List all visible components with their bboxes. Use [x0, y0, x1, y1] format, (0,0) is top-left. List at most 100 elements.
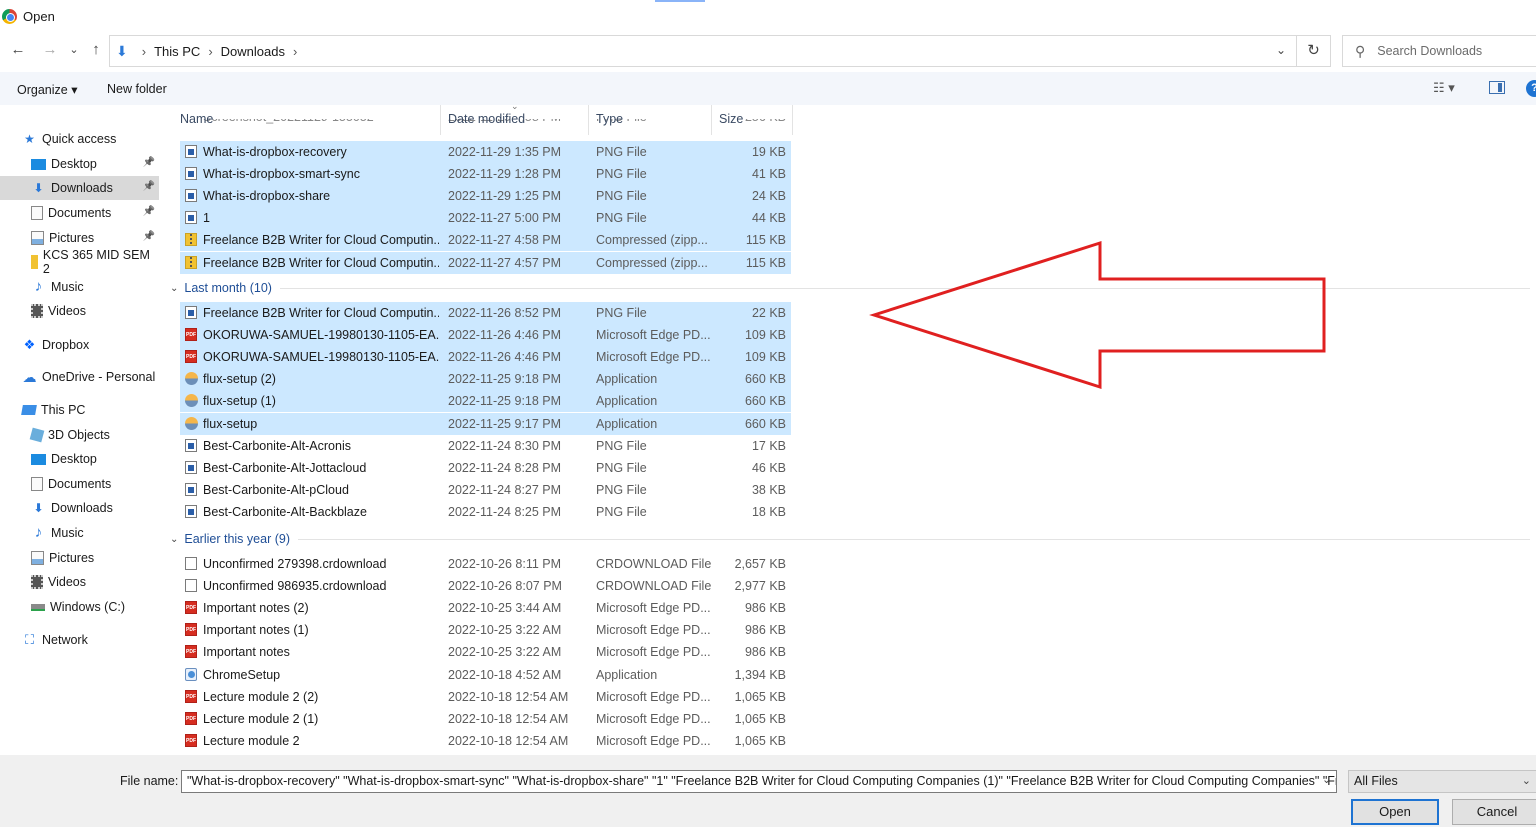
chevron-right-icon[interactable]: › — [293, 44, 297, 59]
sidebar-item-this-pc[interactable]: This PC — [0, 398, 159, 422]
preview-pane-button[interactable] — [1489, 81, 1505, 94]
sidebar-item-label: Videos — [48, 575, 86, 589]
sidebar-item-network[interactable]: ⛶ Network — [0, 628, 159, 652]
table-row[interactable]: Best-Carbonite-Alt-Jottacloud 2022-11-24 … — [180, 457, 791, 479]
chevron-right-icon[interactable]: › — [142, 44, 146, 59]
sidebar-item-music[interactable]: ♪ Music — [0, 275, 159, 299]
sidebar-item-quick-access[interactable]: ★ Quick access — [0, 127, 159, 151]
table-row[interactable]: What-is-dropbox-recovery 2022-11-29 1:35 … — [180, 141, 791, 163]
cell-date: 2022-11-27 5:00 PM — [448, 211, 562, 226]
table-row[interactable]: flux-setup (2) 2022-11-25 9:18 PM Applicat… — [180, 368, 791, 391]
breadcrumb-downloads[interactable]: Downloads — [221, 44, 285, 59]
sidebar-item-pictures[interactable]: Pictures 📌 — [0, 226, 159, 250]
table-row[interactable]: Important notes 2022-10-25 3:22 AM Microso… — [180, 641, 791, 663]
column-header-size[interactable]: Size — [713, 105, 793, 135]
cell-size: 109 KB — [744, 350, 786, 365]
table-row[interactable]: What-is-dropbox-smart-sync 2022-11-29 1:2… — [180, 163, 791, 186]
sidebar-item-onedrive-personal[interactable]: ☁ OneDrive - Personal — [0, 365, 159, 389]
table-row[interactable]: Important notes (2) 2022-10-25 3:44 AM Mic… — [180, 597, 791, 619]
sidebar-item-downloads[interactable]: ⬇ Downloads 📌 — [0, 176, 159, 200]
chevron-down-icon[interactable]: ⌄ — [170, 534, 178, 545]
cell-type: CRDOWNLOAD File — [596, 557, 712, 571]
address-bar[interactable]: ⬇ › This PC › Downloads › ⌄ — [109, 35, 1297, 67]
table-row[interactable]: OKORUWA-SAMUEL-19980130-1105-EA... 2022-1… — [180, 346, 791, 369]
cell-name: What-is-dropbox-share — [203, 189, 331, 204]
cell-size: 41 KB — [751, 167, 786, 182]
sidebar-item-videos[interactable]: Videos — [0, 299, 159, 323]
cell-size: 986 KB — [744, 645, 786, 660]
sidebar-item-documents[interactable]: Documents — [0, 472, 159, 496]
recent-locations-button[interactable]: ⌄ — [64, 43, 84, 56]
zip-folder-icon — [185, 233, 197, 247]
table-row[interactable]: Lecture module 2 (1) 2022-10-18 12:54 AM M… — [180, 708, 791, 730]
cell-size: 1,065 KB — [734, 689, 786, 704]
cell-type: PNG File — [596, 504, 647, 519]
chevron-down-icon[interactable]: ⌄ — [170, 283, 178, 294]
chevron-down-icon[interactable]: ⌄ — [1322, 773, 1331, 786]
blank-file-icon — [185, 579, 197, 593]
sidebar-item-kcs-365-mid-sem-2[interactable]: KCS 365 MID SEM 2 — [0, 248, 159, 276]
sidebar-item-label: Network — [42, 633, 88, 647]
table-row[interactable]: Unconfirmed 279398.crdownload 2022-10-26 … — [180, 553, 791, 575]
change-view-button[interactable]: ☷ ▾ — [1433, 80, 1455, 96]
search-input[interactable]: ⚲ Search Downloads — [1342, 35, 1536, 67]
file-name-input[interactable]: "What-is-dropbox-recovery" "What-is-drop… — [181, 770, 1337, 793]
cell-name: Unconfirmed 279398.crdownload — [203, 557, 387, 571]
cell-name: ChromeSetup — [203, 667, 281, 682]
table-row[interactable]: 1 2022-11-27 5:00 PM PNG File 44 KB — [180, 207, 791, 230]
help-button[interactable]: ? — [1526, 80, 1536, 97]
sidebar-item-documents[interactable]: Documents 📌 — [0, 201, 159, 225]
sidebar-item-pictures[interactable]: Pictures — [0, 546, 159, 570]
refresh-button[interactable]: ↻ — [1297, 35, 1331, 67]
sidebar-item-dropbox[interactable]: ❖ Dropbox — [0, 333, 159, 357]
sidebar-item-windows-c[interactable]: Windows (C:) — [0, 595, 159, 619]
table-row[interactable]: Lecture module 2 2022-10-18 12:54 AM Micro… — [180, 730, 791, 752]
sidebar-item-downloads[interactable]: ⬇ Downloads — [0, 496, 159, 520]
cell-type: PNG File — [596, 306, 647, 320]
table-row[interactable]: Freelance B2B Writer for Cloud Computin.… — [180, 229, 791, 252]
up-button[interactable]: ↑ — [86, 41, 106, 58]
column-header-date[interactable]: Date modified — [442, 105, 589, 135]
sidebar-item-desktop[interactable]: Desktop — [0, 447, 159, 471]
cell-date: 2022-10-25 3:44 AM — [448, 601, 562, 616]
column-size-label: Size — [719, 112, 744, 126]
sidebar-item-videos[interactable]: Videos — [0, 570, 159, 594]
table-row[interactable]: Important notes (1) 2022-10-25 3:22 AM Mic… — [180, 619, 791, 641]
table-row[interactable]: Best-Carbonite-Alt-Backblaze 2022-11-24 8… — [180, 501, 791, 523]
cancel-button[interactable]: Cancel — [1452, 799, 1536, 825]
cell-size: 115 KB — [745, 255, 786, 270]
cell-type: Compressed (zipp... — [596, 233, 708, 248]
column-header-type[interactable]: Type — [590, 105, 712, 135]
sidebar-item-desktop[interactable]: Desktop 📌 — [0, 152, 159, 176]
documents-icon — [31, 206, 43, 220]
sidebar-item-3d-objects[interactable]: 3D Objects — [0, 423, 159, 447]
breadcrumb-this-pc[interactable]: This PC — [154, 44, 200, 59]
sidebar-item-label: OneDrive - Personal — [42, 370, 156, 384]
chevron-down-icon[interactable]: ⌄ — [1276, 43, 1286, 57]
music-icon: ♪ — [34, 524, 43, 541]
forward-button[interactable]: → — [40, 41, 60, 58]
table-row[interactable]: Lecture module 2 (2) 2022-10-18 12:54 AM M… — [180, 686, 791, 708]
table-row[interactable]: OKORUWA-SAMUEL-19980130-1105-EA... 2022-1… — [180, 324, 791, 347]
cell-size: 660 KB — [744, 416, 786, 431]
sidebar-item-music[interactable]: ♪ Music — [0, 521, 159, 545]
table-row[interactable]: Freelance B2B Writer for Cloud Computin.… — [180, 302, 791, 324]
table-row[interactable]: ChromeSetup 2022-10-18 4:52 AM Application… — [180, 664, 791, 686]
table-row[interactable]: Freelance B2B Writer for Cloud Computin.… — [180, 251, 791, 274]
file-type-select[interactable]: All Files ⌄ — [1348, 770, 1536, 793]
table-row[interactable]: flux-setup (1) 2022-11-25 9:18 PM Applicat… — [180, 390, 791, 413]
table-row[interactable]: Best-Carbonite-Alt-pCloud 2022-11-24 8:27… — [180, 479, 791, 501]
group-header[interactable]: ⌄ Earlier this year (9) — [170, 529, 1530, 549]
organize-button[interactable]: Organize ▾ — [17, 82, 77, 97]
table-row[interactable]: Unconfirmed 986935.crdownload 2022-10-26 … — [180, 575, 791, 597]
table-row[interactable]: What-is-dropbox-share 2022-11-29 1:25 PM P… — [180, 185, 791, 208]
open-button[interactable]: Open — [1351, 799, 1439, 825]
cell-name: Freelance B2B Writer for Cloud Computin.… — [203, 233, 439, 248]
column-header-name[interactable]: Name — [174, 105, 441, 135]
table-row[interactable]: flux-setup 2022-11-25 9:17 PM Application 6… — [180, 412, 791, 435]
new-folder-button[interactable]: New folder — [107, 82, 167, 96]
back-button[interactable]: ← — [8, 41, 28, 58]
chevron-right-icon[interactable]: › — [208, 44, 212, 59]
table-row[interactable]: Best-Carbonite-Alt-Acronis 2022-11-24 8:3… — [180, 435, 791, 457]
image-file-icon — [185, 145, 197, 158]
